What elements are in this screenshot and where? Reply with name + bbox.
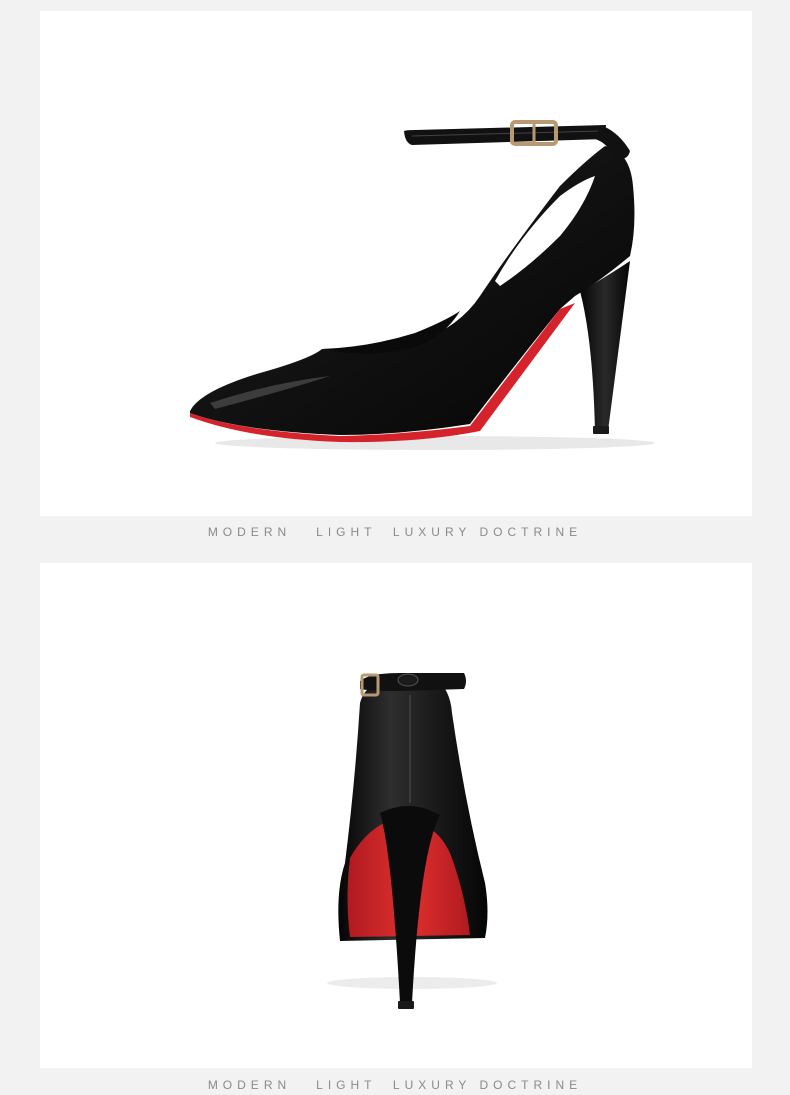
product-photo-back xyxy=(40,563,752,1068)
shadow xyxy=(215,436,655,450)
product-photo-side xyxy=(40,11,752,516)
heel-tip xyxy=(398,1001,414,1009)
shoe-side-illustration xyxy=(190,120,655,450)
caption-side-view: MODERN LIGHT LUXURY DOCTRINE xyxy=(207,525,583,539)
heel-tip xyxy=(593,426,609,434)
shoe-back-illustration xyxy=(327,673,497,1009)
caption-back-view: MODERN LIGHT LUXURY DOCTRINE xyxy=(207,1078,583,1092)
